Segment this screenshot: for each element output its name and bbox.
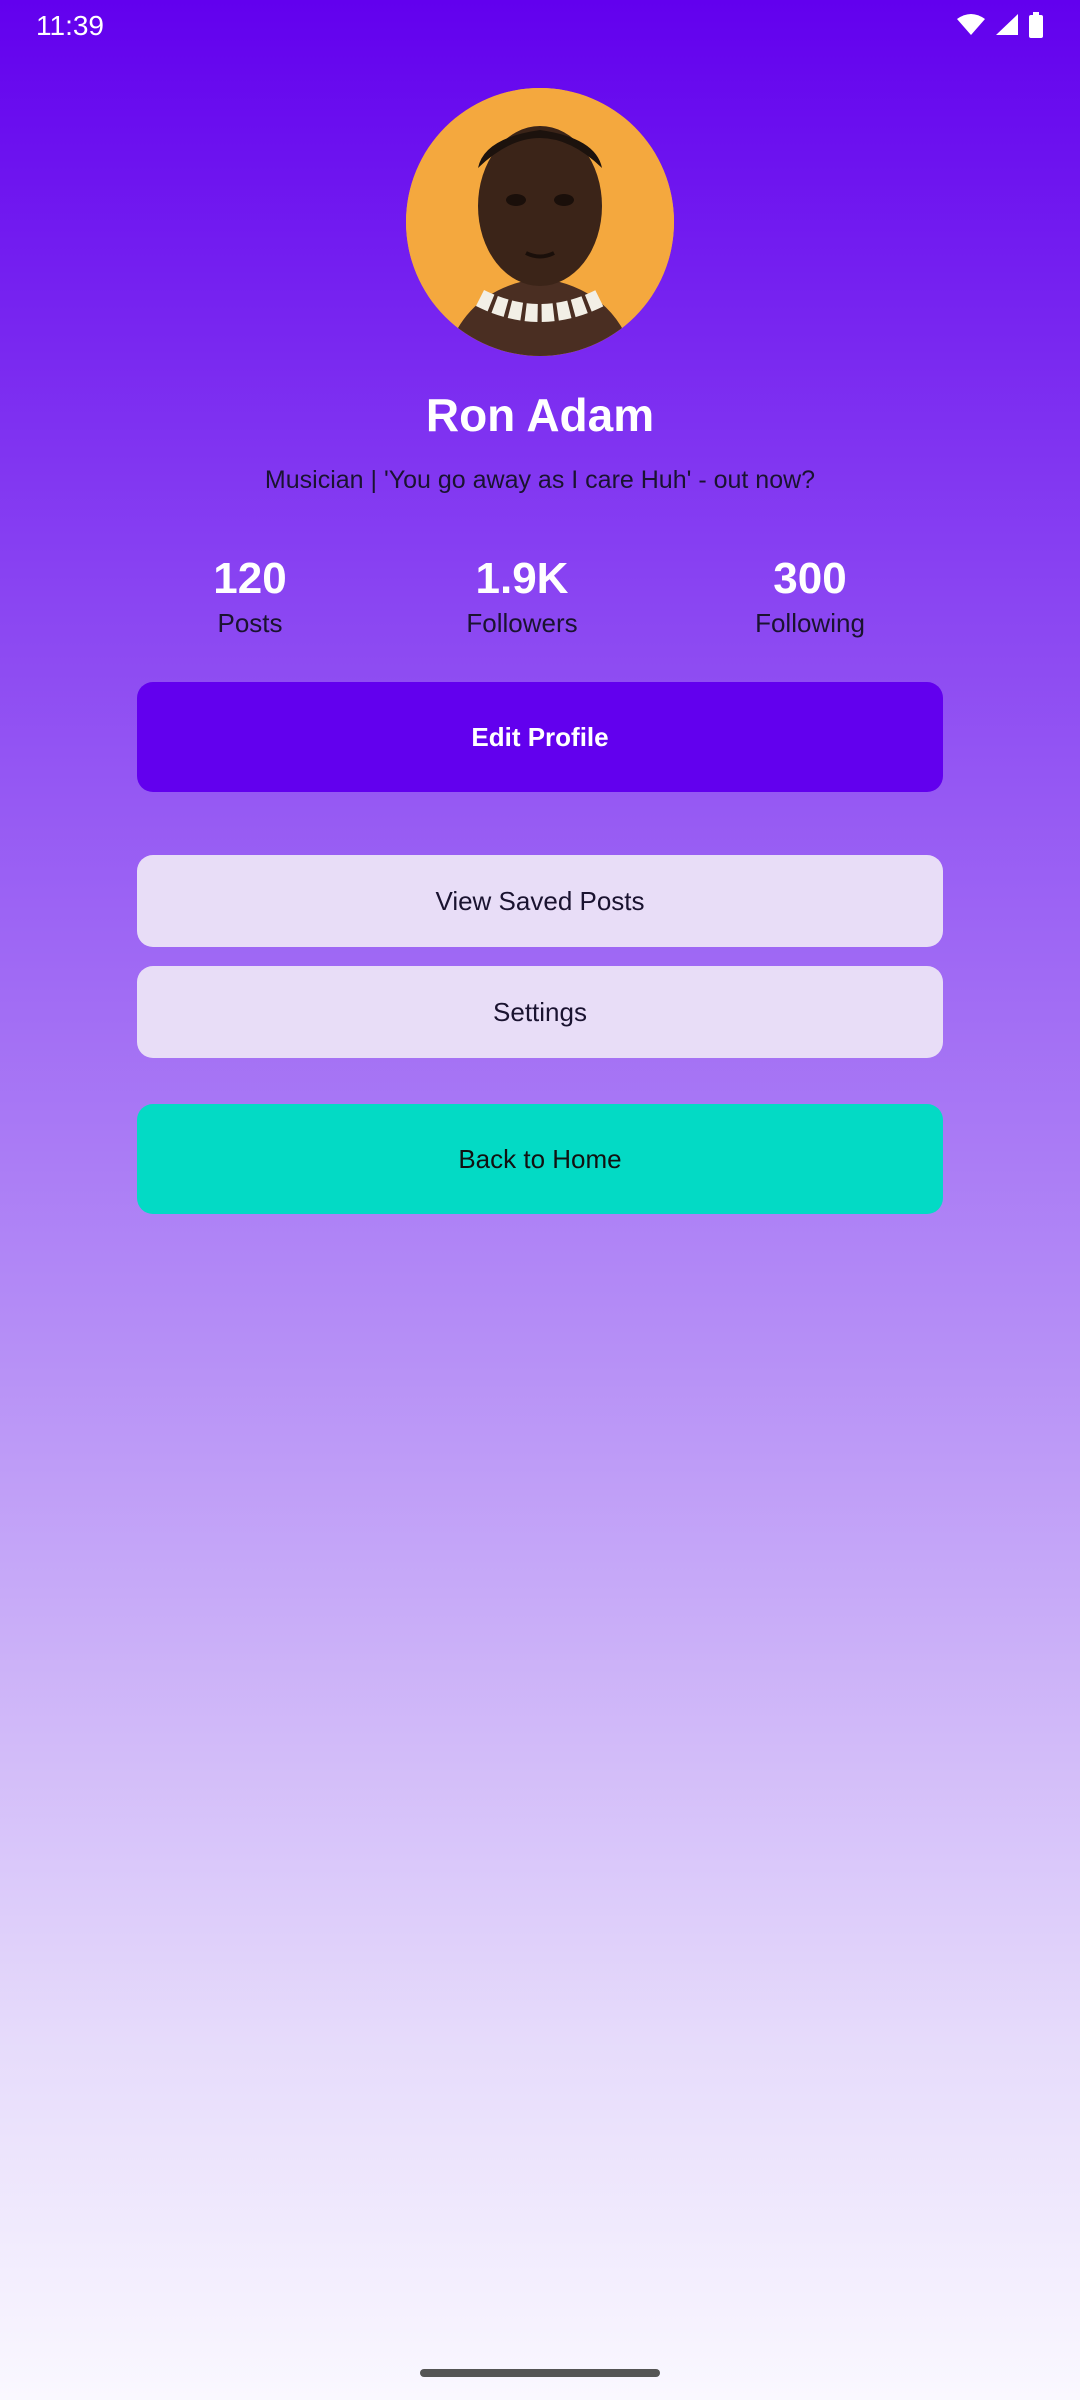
view-saved-posts-button[interactable]: View Saved Posts (137, 855, 943, 947)
stat-following-label: Following (755, 608, 865, 638)
stat-followers-label: Followers (466, 608, 578, 638)
status-icons (956, 12, 1044, 38)
stats-row: 120 Posts 1.9K Followers 300 Following (0, 552, 1080, 642)
stat-posts-label: Posts (217, 608, 283, 638)
stat-posts-value: 120 (213, 554, 287, 603)
home-indicator[interactable] (420, 2369, 660, 2377)
stat-following-value: 300 (773, 554, 847, 603)
profile-bio: Musician | 'You go away as I care Huh' -… (264, 466, 816, 494)
avatar (406, 88, 674, 356)
avatar-photo (406, 88, 674, 356)
edit-profile-button[interactable]: Edit Profile (137, 682, 943, 792)
battery-icon (1028, 12, 1044, 38)
stat-followers[interactable]: 1.9K Followers (392, 552, 652, 640)
status-bar: 11:39 (0, 0, 1080, 52)
stat-followers-value: 1.9K (475, 554, 569, 603)
settings-button[interactable]: Settings (137, 966, 943, 1058)
back-to-home-button[interactable]: Back to Home (137, 1104, 943, 1214)
profile-name: Ron Adam (425, 389, 655, 441)
wifi-icon (956, 13, 986, 37)
stat-posts[interactable]: 120 Posts (120, 552, 380, 640)
status-time: 11:39 (36, 10, 104, 41)
signal-icon (994, 13, 1020, 37)
stat-following[interactable]: 300 Following (680, 552, 940, 640)
